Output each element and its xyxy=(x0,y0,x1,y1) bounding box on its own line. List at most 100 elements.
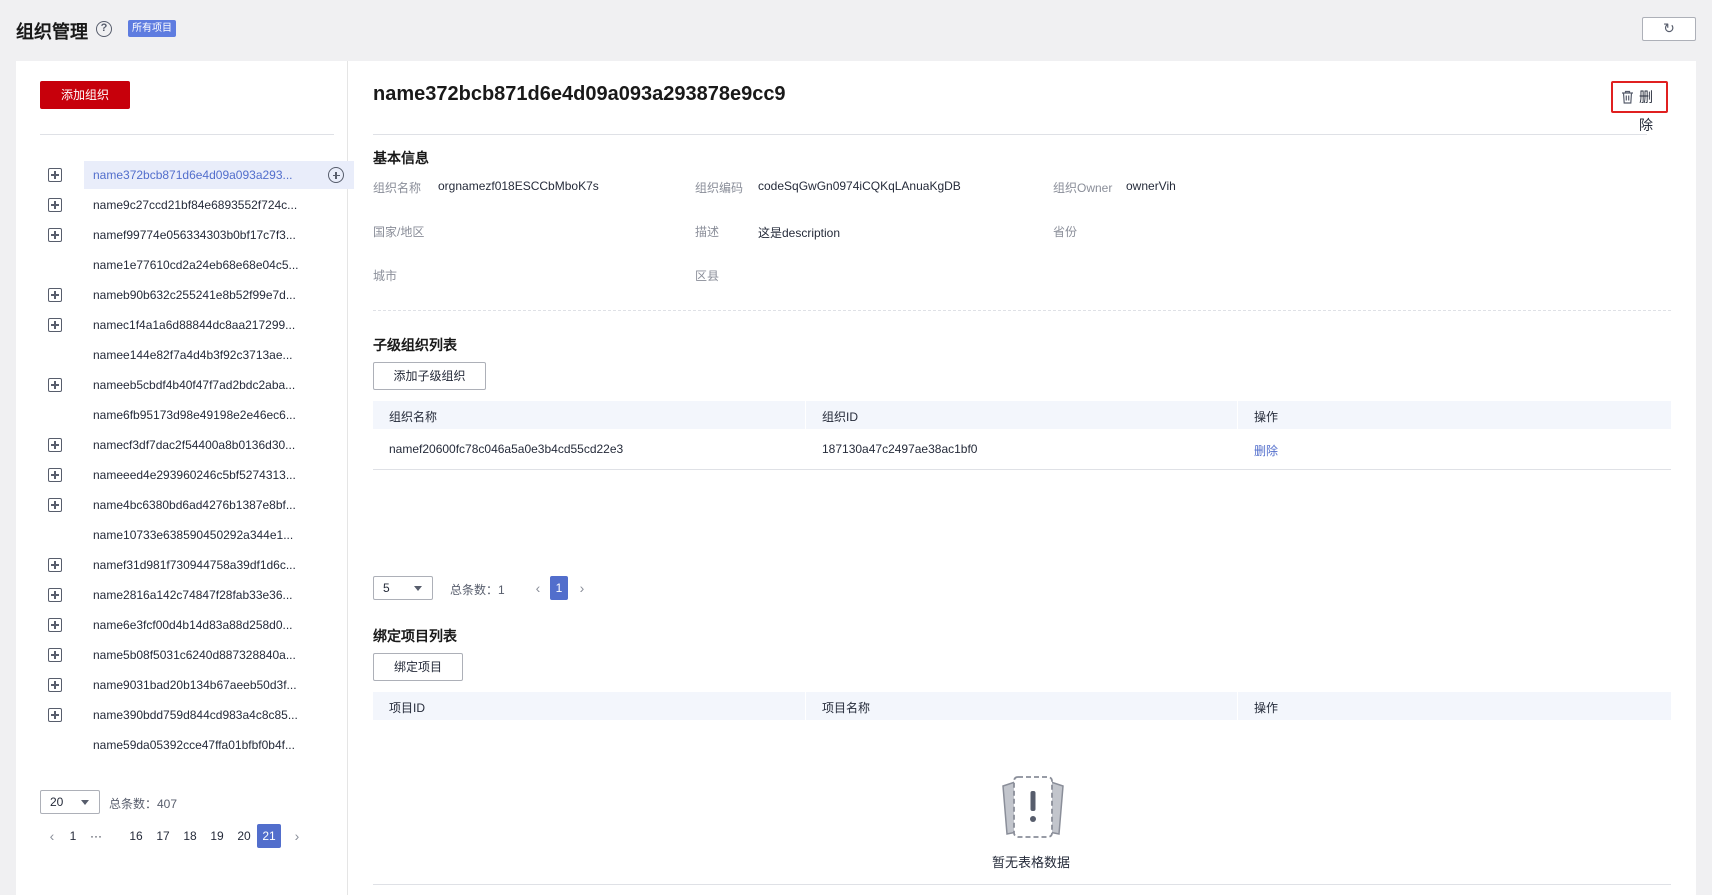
trash-icon xyxy=(1622,90,1633,104)
add-child-org-button[interactable]: 添加子级组织 xyxy=(373,362,486,390)
tree-item[interactable]: nameb90b632c255241e8b52f99e7d... xyxy=(40,280,340,310)
page-button[interactable]: 16 xyxy=(124,824,148,848)
tree-item-body[interactable]: nameeed4e293960246c5bf5274313... xyxy=(84,461,354,489)
expand-plus-icon[interactable] xyxy=(48,558,62,572)
org-tree-panel: 添加组织 name372bcb871d6e4d09a093a293... name… xyxy=(16,61,354,895)
tree-item-body[interactable]: name6fb95173d98e49198e2e46ec6... xyxy=(84,401,354,429)
expand-plus-icon[interactable] xyxy=(48,708,62,722)
expand-plus-icon[interactable] xyxy=(48,618,62,632)
next-page-button[interactable]: › xyxy=(285,824,309,848)
tree-item[interactable]: name2816a142c74847f28fab33e36... xyxy=(40,580,340,610)
tree-item-body[interactable]: namec1f4a1a6d88844dc8aa217299... xyxy=(84,311,354,339)
next-page-button[interactable]: › xyxy=(570,576,594,600)
expand-plus-icon[interactable] xyxy=(48,288,62,302)
tree-item[interactable]: namec1f4a1a6d88844dc8aa217299... xyxy=(40,310,340,340)
page-size-value: 20 xyxy=(50,795,64,809)
refresh-button[interactable]: ↻ xyxy=(1642,17,1696,41)
page-button[interactable]: 1 xyxy=(61,824,85,848)
add-circle-icon[interactable] xyxy=(328,167,344,183)
tree-item[interactable]: name9031bad20b134b67aeeb50d3f... xyxy=(40,670,340,700)
page-button[interactable]: 1 xyxy=(550,576,568,600)
tree-item-label: namecf3df7dac2f54400a8b0136d30... xyxy=(93,438,296,452)
tree-item-label: namef99774e056334303b0bf17c7f3... xyxy=(93,228,296,242)
page-button[interactable]: 21 xyxy=(257,824,281,848)
tree-item-body[interactable]: name372bcb871d6e4d09a093a293... xyxy=(84,161,354,189)
tree-item-body[interactable]: name390bdd759d844cd983a4c8c85... xyxy=(84,701,354,729)
delete-child-link[interactable]: 删除 xyxy=(1254,442,1278,459)
tree-item-body[interactable]: name59da05392cce47ffa01bfbf0b4f... xyxy=(84,731,354,759)
tree-item[interactable]: name5b08f5031c6240d887328840a... xyxy=(40,640,340,670)
tree-item[interactable]: name1e77610cd2a24eb68e68e04c5... xyxy=(40,250,340,280)
tree-item[interactable]: name390bdd759d844cd983a4c8c85... xyxy=(40,700,340,730)
tree-item-body[interactable]: name4bc6380bd6ad4276b1387e8bf... xyxy=(84,491,354,519)
page-size-select[interactable]: 20 xyxy=(40,790,100,814)
tree-item-body[interactable]: namef31d981f730944758a39df1d6c... xyxy=(84,551,354,579)
help-circle-icon[interactable]: ? xyxy=(96,21,112,37)
tree-item[interactable]: name6e3fcf00d4b14d83a88d258d0... xyxy=(40,610,340,640)
tree-item[interactable]: namecf3df7dac2f54400a8b0136d30... xyxy=(40,430,340,460)
tree-item[interactable]: namef31d981f730944758a39df1d6c... xyxy=(40,550,340,580)
expand-plus-icon[interactable] xyxy=(48,678,62,692)
city-label: 城市 xyxy=(373,269,398,283)
expand-plus-icon[interactable] xyxy=(48,648,62,662)
page-title: 组织管理 xyxy=(16,22,88,42)
tree-item[interactable]: nameeb5cbdf4b40f47f7ad2bdc2aba... xyxy=(40,370,340,400)
tree-item-body[interactable]: name5b08f5031c6240d887328840a... xyxy=(84,641,354,669)
bound-projects-title: 绑定项目列表 xyxy=(373,628,457,644)
org-name-label: 组织名称 xyxy=(373,181,422,195)
description-label: 描述 xyxy=(695,225,720,239)
total-count: 总条数：407 xyxy=(109,797,178,811)
tree-item-body[interactable]: name9031bad20b134b67aeeb50d3f... xyxy=(84,671,354,699)
chevron-down-icon xyxy=(81,800,89,805)
tree-item[interactable]: name6fb95173d98e49198e2e46ec6... xyxy=(40,400,340,430)
table-header: 项目ID 项目名称 操作 xyxy=(373,692,1671,720)
expand-plus-icon[interactable] xyxy=(48,438,62,452)
expand-plus-icon[interactable] xyxy=(48,468,62,482)
tree-item-body[interactable]: name9c27ccd21bf84e6893552f724c... xyxy=(84,191,354,219)
tree-item[interactable]: name372bcb871d6e4d09a093a293... xyxy=(40,160,354,190)
tree-item-body[interactable]: name1e77610cd2a24eb68e68e04c5... xyxy=(84,251,354,279)
expand-plus-icon[interactable] xyxy=(48,498,62,512)
empty-state-text: 暂无表格数据 xyxy=(991,855,1070,870)
tree-item-body[interactable]: namecf3df7dac2f54400a8b0136d30... xyxy=(84,431,354,459)
page-button[interactable]: 19 xyxy=(205,824,229,848)
delete-organization-button[interactable]: 删除 xyxy=(1611,81,1668,133)
tree-item-body[interactable]: nameb90b632c255241e8b52f99e7d... xyxy=(84,281,354,309)
section-divider xyxy=(373,310,1671,311)
tree-item[interactable]: name10733e638590450292a344e1... xyxy=(40,520,340,550)
tree-item[interactable]: name9c27ccd21bf84e6893552f724c... xyxy=(40,190,340,220)
prev-page-button[interactable]: ‹ xyxy=(526,576,550,600)
tree-item-body[interactable]: nameeb5cbdf4b40f47f7ad2bdc2aba... xyxy=(84,371,354,399)
page-button[interactable]: 18 xyxy=(178,824,202,848)
expand-plus-icon[interactable] xyxy=(48,378,62,392)
tree-item[interactable]: namee144e82f7a4d4b3f92c3713ae... xyxy=(40,340,340,370)
tree-item-body[interactable]: name6e3fcf00d4b14d83a88d258d0... xyxy=(84,611,354,639)
page-button[interactable]: 17 xyxy=(151,824,175,848)
tree-item[interactable]: name4bc6380bd6ad4276b1387e8bf... xyxy=(40,490,340,520)
tree-item-body[interactable]: name10733e638590450292a344e1... xyxy=(84,521,354,549)
org-code-label: 组织编码 xyxy=(695,181,744,195)
tree-item-label: nameeed4e293960246c5bf5274313... xyxy=(93,468,296,482)
page-button[interactable]: 20 xyxy=(232,824,256,848)
expand-plus-icon[interactable] xyxy=(48,318,62,332)
tree-item-body[interactable]: namee144e82f7a4d4b3f92c3713ae... xyxy=(84,341,354,369)
table-header: 组织名称 组织ID 操作 xyxy=(373,401,1671,429)
tree-item[interactable]: nameeed4e293960246c5bf5274313... xyxy=(40,460,340,490)
tree-item[interactable]: name59da05392cce47ffa01bfbf0b4f... xyxy=(40,730,340,760)
child-org-id: 187130a47c2497ae38ac1bf0 xyxy=(822,442,978,456)
tree-item[interactable]: namef99774e056334303b0bf17c7f3... xyxy=(40,220,340,250)
column-separator xyxy=(805,401,806,429)
province-label: 省份 xyxy=(1053,225,1078,239)
expand-plus-icon[interactable] xyxy=(48,228,62,242)
tree-item-label: name1e77610cd2a24eb68e68e04c5... xyxy=(93,258,299,272)
child-page-size-select[interactable]: 5 xyxy=(373,576,433,600)
add-organization-button[interactable]: 添加组织 xyxy=(40,81,130,109)
delete-label: 删除 xyxy=(1639,89,1653,133)
tree-item-body[interactable]: namef99774e056334303b0bf17c7f3... xyxy=(84,221,354,249)
expand-plus-icon[interactable] xyxy=(48,168,62,182)
column-header: 操作 xyxy=(1254,410,1279,424)
expand-plus-icon[interactable] xyxy=(48,198,62,212)
bind-project-button[interactable]: 绑定项目 xyxy=(373,653,463,681)
tree-item-body[interactable]: name2816a142c74847f28fab33e36... xyxy=(84,581,354,609)
expand-plus-icon[interactable] xyxy=(48,588,62,602)
